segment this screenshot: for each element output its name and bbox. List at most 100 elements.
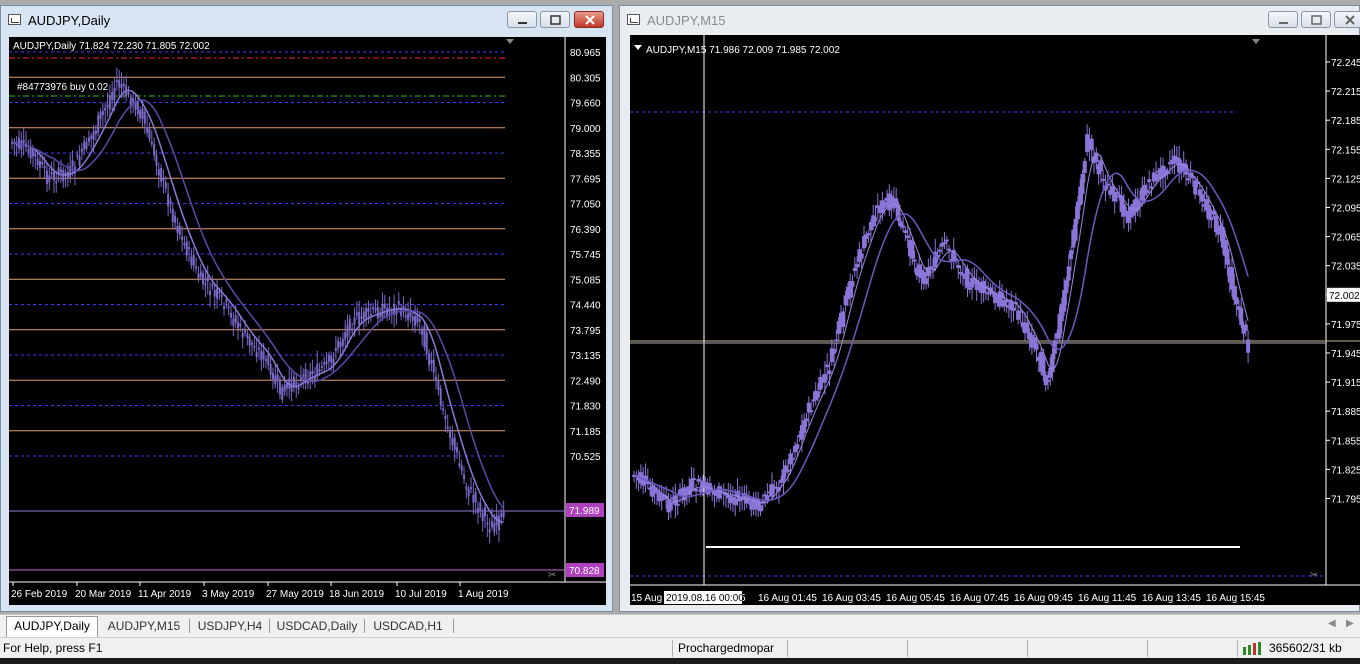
candle-body [55,181,58,184]
candle-body [733,498,738,505]
candle-body [108,96,111,110]
chart-window-audjpy-m15[interactable]: AUDJPY,M15 72.245 72.215 72.185 72.155 72.12… [619,5,1360,612]
candle-body [276,374,279,382]
price-axis-label: 80.305 [570,73,601,84]
candle-body [346,324,349,337]
candle-body [195,266,198,269]
candle-body [281,387,284,400]
candle-body [143,111,146,124]
window-titlebar[interactable]: AUDJPY,Daily [1,6,612,34]
candle-body [675,503,680,506]
minimize-button[interactable] [1268,11,1298,28]
candle-body [1186,178,1191,181]
candle-body [439,388,442,405]
status-profile[interactable]: Prochargedmopar [678,641,774,655]
candle-body [22,139,25,144]
candle-body [111,91,114,101]
candle-body [257,347,260,350]
time-axis-label: 3 May 2019 [202,589,255,600]
candle-body [223,305,226,310]
candle-body [160,168,163,182]
low-price-label: 70.828 [569,566,600,577]
price-axis-label: 76.390 [570,225,601,236]
candle-body [355,312,358,316]
candle-body [104,107,107,111]
candle-body [76,154,79,157]
daily-chart-svg[interactable]: 80.965 80.305 79.660 79.000 78.355 77.695 77.0… [9,37,606,605]
candle-body [698,488,703,493]
candle-body [213,289,216,297]
candle-body [428,353,431,366]
time-axis-label: 27 May 2019 [266,589,324,600]
price-axis-label: 72.095 [1331,204,1360,215]
candle-body [1216,228,1221,235]
price-axis-label: 72.185 [1331,116,1360,127]
candle-body [178,225,181,235]
candle-body [456,447,459,453]
price-axis-label: 71.885 [1331,407,1360,418]
candle-body [458,463,461,466]
autoscroll-icon: ✂ [1310,570,1318,581]
candle-body [786,469,791,472]
tab-audjpy-daily[interactable]: AUDJPY,Daily [6,616,98,637]
candle-body [903,230,908,233]
tab-usdcad-h1[interactable]: USDCAD,H1 [368,617,448,635]
close-button[interactable] [1334,11,1360,28]
candle-body [348,318,351,330]
candle-body [248,336,251,346]
current-price-label: 72.002 [1329,291,1360,302]
m15-chart-canvas[interactable]: 72.245 72.215 72.185 72.155 72.125 72.095 72.0… [630,35,1360,605]
candle-body [325,361,328,365]
candle-body [804,418,809,422]
candle-body [832,349,837,354]
time-axis-label: 1 Aug 2019 [458,589,509,600]
maximize-button[interactable] [1301,11,1331,28]
window-titlebar[interactable]: AUDJPY,M15 [620,6,1360,34]
candle-body [1147,179,1152,183]
candle-body [453,437,456,450]
candle-body [931,267,935,270]
tab-scroll-right-icon[interactable]: ▶ [1346,618,1354,629]
candle-body [855,263,860,268]
candle-body [167,193,170,207]
autoscroll-icon: ✂ [548,570,556,581]
candle-body [967,287,972,290]
candle-body [90,135,93,139]
candle-body [1011,307,1016,311]
candle-body [227,306,230,309]
candle-body [36,158,39,166]
tab-scroll-left-icon[interactable]: ◀ [1328,618,1336,629]
candle-body [449,429,452,438]
candle-body [502,510,505,518]
candle-body [372,306,375,309]
candle-body [360,316,363,319]
candle-body [421,328,424,335]
close-button[interactable] [574,11,604,28]
candle-body [402,305,405,308]
candle-body [1064,280,1069,294]
m15-chart-svg[interactable]: 72.245 72.215 72.185 72.155 72.125 72.095 72.0… [630,35,1360,605]
price-axis-label: 78.355 [570,149,601,160]
maximize-button[interactable] [540,11,570,28]
candle-body [497,516,500,531]
status-separator [1237,640,1238,657]
chart-window-audjpy-daily[interactable]: AUDJPY,Daily 80.965 80.305 79.660 79.000 78.… [0,5,613,612]
time-axis-label: 18 Jun 2019 [329,589,384,600]
tab-usdjpy-h4[interactable]: USDJPY,H4 [193,617,267,635]
candle-body [232,318,235,326]
tab-usdcad-daily[interactable]: USDCAD,Daily [273,617,361,635]
order-label: #84773976 buy 0.02 [17,82,109,93]
candle-body [463,474,466,480]
candle-body [470,487,473,490]
candle-body [118,80,121,88]
tab-audjpy-m15[interactable]: AUDJPY,M15 [101,617,187,635]
price-axis-label: 72.155 [1331,145,1360,156]
minimize-button[interactable] [507,11,537,28]
chart-info-line: AUDJPY,M15 71.986 72.009 71.985 72.002 [646,45,840,56]
candle-body [432,359,435,373]
daily-chart-canvas[interactable]: 80.965 80.305 79.660 79.000 78.355 77.695 77.0… [9,37,606,605]
candle-body [199,271,202,277]
candle-body [850,281,855,287]
candle-body [404,315,407,318]
time-axis-label: 16 Aug 07:45 [950,593,1009,604]
